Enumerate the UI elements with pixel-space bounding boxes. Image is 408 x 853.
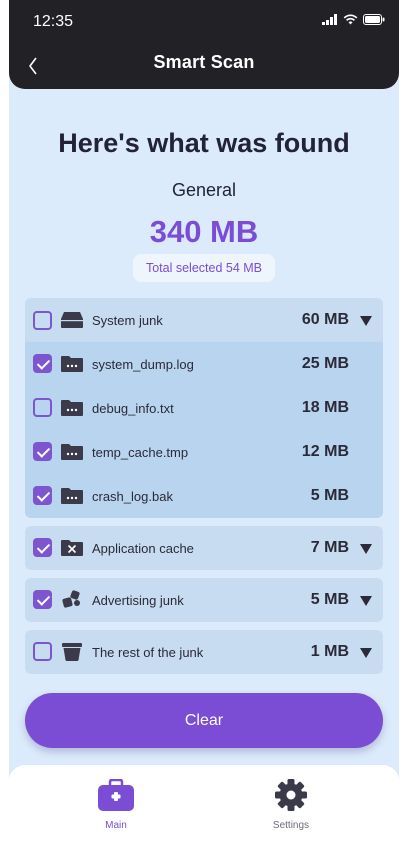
- clear-button[interactable]: Clear: [25, 693, 383, 748]
- item-label: system_dump.log: [92, 357, 194, 372]
- group-checkbox[interactable]: [33, 590, 52, 609]
- tab-main[interactable]: Main: [76, 778, 156, 831]
- folder-icon: [61, 488, 83, 504]
- page-title: Smart Scan: [153, 52, 255, 72]
- item-size: 25 MB: [301, 355, 349, 372]
- group-system-junk: System junk 60 MB system_dump.log 25 MB …: [25, 298, 383, 518]
- item-checkbox[interactable]: [33, 442, 52, 461]
- gear-icon: [275, 779, 307, 811]
- group-header[interactable]: System junk 60 MB: [25, 298, 383, 342]
- results-heading: Here's what was found: [58, 128, 350, 158]
- list-item[interactable]: crash_log.bak 5 MB: [25, 474, 383, 518]
- group-size: 5 MB: [310, 591, 349, 608]
- group-advertising-junk[interactable]: Advertising junk 5 MB: [25, 578, 383, 622]
- group-label: Application cache: [92, 541, 194, 556]
- drive-icon: [61, 312, 83, 328]
- tab-bar: Main Settings: [9, 765, 399, 853]
- total-size: 340 MB: [149, 214, 259, 249]
- signal-icon: [322, 14, 337, 25]
- group-label: The rest of the junk: [92, 645, 204, 660]
- top-bar: 12:35 Smart Scan: [9, 0, 399, 89]
- close-box-icon: [61, 540, 83, 556]
- item-size: 18 MB: [301, 399, 349, 416]
- group-size: 7 MB: [310, 539, 349, 556]
- selected-total-badge: Total selected 54 MB: [133, 254, 275, 282]
- group-rest-of-junk[interactable]: The rest of the junk 1 MB: [25, 630, 383, 674]
- item-size: 12 MB: [301, 443, 349, 460]
- tab-settings[interactable]: Settings: [251, 779, 331, 831]
- app-screen: 12:35 Smart Scan Here's what was found G…: [9, 0, 399, 853]
- folder-icon: [61, 356, 83, 372]
- item-checkbox[interactable]: [33, 398, 52, 417]
- group-size: 60 MB: [301, 311, 349, 328]
- triangle-down-icon[interactable]: [359, 314, 373, 328]
- list-item[interactable]: debug_info.txt 18 MB: [25, 386, 383, 430]
- status-icons: [322, 14, 385, 25]
- group-size: 1 MB: [310, 643, 349, 660]
- status-time: 12:35: [33, 13, 74, 30]
- tab-settings-label: Settings: [272, 820, 310, 831]
- group-checkbox[interactable]: [33, 642, 52, 661]
- triangle-down-icon[interactable]: [359, 542, 373, 556]
- list-item[interactable]: temp_cache.tmp 12 MB: [25, 430, 383, 474]
- group-application-cache[interactable]: Application cache 7 MB: [25, 526, 383, 570]
- triangle-down-icon[interactable]: [359, 594, 373, 608]
- trash-icon: [62, 643, 82, 661]
- group-checkbox[interactable]: [33, 311, 52, 330]
- battery-icon: [363, 14, 385, 25]
- list-item[interactable]: system_dump.log 25 MB: [25, 342, 383, 386]
- folder-icon: [61, 444, 83, 460]
- item-size: 5 MB: [310, 487, 349, 504]
- briefcase-icon: [98, 778, 134, 811]
- item-checkbox[interactable]: [33, 486, 52, 505]
- group-label: Advertising junk: [92, 593, 184, 608]
- group-label: System junk: [92, 313, 163, 328]
- item-label: crash_log.bak: [92, 489, 173, 504]
- folder-icon: [61, 400, 83, 416]
- puzzle-icon: [62, 590, 80, 608]
- triangle-down-icon[interactable]: [359, 646, 373, 660]
- group-checkbox[interactable]: [33, 538, 52, 557]
- item-checkbox[interactable]: [33, 354, 52, 373]
- tab-main-label: Main: [105, 820, 127, 831]
- wifi-icon: [343, 14, 358, 25]
- category-label: General: [171, 180, 237, 200]
- item-label: temp_cache.tmp: [92, 445, 189, 460]
- item-label: debug_info.txt: [92, 401, 174, 416]
